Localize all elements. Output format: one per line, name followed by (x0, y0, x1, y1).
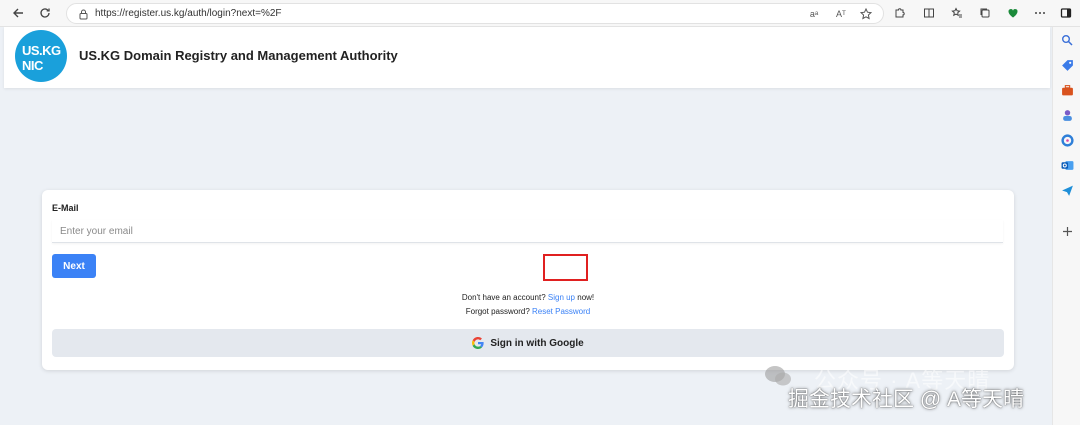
signup-prompt-suffix: now! (575, 293, 595, 302)
extensions-button[interactable] (890, 4, 910, 22)
more-dots-icon (1035, 12, 1045, 14)
watermark-main-text: 掘金技术社区 @ A等天晴 (788, 388, 1024, 411)
drop-send-icon[interactable] (1060, 183, 1074, 197)
search-icon[interactable] (1060, 33, 1074, 47)
google-signin-label: Sign in with Google (490, 337, 584, 349)
site-header: US.KG NIC US.KG Domain Registry and Mana… (4, 27, 1050, 88)
google-signin-button[interactable]: Sign in with Google (52, 329, 1004, 357)
browser-essentials-button[interactable] (1003, 4, 1023, 22)
sidebar-toggle-button[interactable] (1056, 4, 1076, 22)
favorites-list-icon (951, 7, 962, 18)
heart-pulse-icon (1008, 9, 1018, 18)
arrow-left-icon (13, 8, 23, 18)
collections-button[interactable] (975, 4, 995, 22)
logo-line-1: US.KG (22, 43, 61, 58)
forgot-password-prompt: Forgot password? Reset Password (42, 307, 1014, 316)
url-text[interactable]: https://register.us.kg/auth/login?next=%… (95, 7, 282, 21)
back-button[interactable] (8, 4, 28, 22)
email-input[interactable] (52, 220, 1003, 243)
split-screen-button[interactable] (919, 4, 939, 22)
browser-toolbar: https://register.us.kg/auth/login?next=%… (0, 0, 1080, 27)
microsoft-365-icon[interactable] (1060, 133, 1074, 147)
tools-briefcase-icon[interactable] (1060, 83, 1074, 97)
outlook-icon[interactable] (1060, 158, 1074, 172)
logo-line-2: NIC (22, 58, 43, 73)
site-title: US.KG Domain Registry and Management Aut… (79, 48, 398, 63)
signup-prompt: Don't have an account? Sign up now! (42, 293, 1014, 302)
split-screen-icon (924, 8, 934, 18)
lock-icon (77, 7, 89, 21)
add-sidebar-app-icon[interactable] (1060, 224, 1074, 238)
forgot-password-prefix: Forgot password? (465, 307, 532, 316)
more-button[interactable] (1030, 4, 1050, 22)
games-icon[interactable] (1060, 108, 1074, 122)
edge-sidebar (1052, 27, 1080, 425)
sidebar-panel-icon (1060, 8, 1072, 18)
site-logo[interactable]: US.KG NIC (15, 30, 67, 82)
reset-password-link[interactable]: Reset Password (532, 307, 590, 316)
next-button[interactable]: Next (52, 254, 96, 278)
email-label: E-Mail (52, 203, 79, 213)
refresh-button[interactable] (35, 4, 55, 22)
translate-icon[interactable]: aᵃ (805, 7, 823, 21)
shopping-tag-icon[interactable] (1060, 58, 1074, 72)
favorite-star-icon[interactable] (857, 7, 875, 21)
watermark: 公众号 · A等天晴 掘金技术社区 @ A等天晴 (760, 358, 1052, 420)
favorites-button[interactable] (947, 4, 967, 22)
collections-icon (980, 8, 990, 18)
login-card: E-Mail Next Don't have an account? Sign … (42, 190, 1014, 370)
read-aloud-icon[interactable]: Aᵀ (832, 7, 850, 21)
google-icon (472, 337, 484, 349)
refresh-icon (40, 8, 50, 18)
puzzle-icon (895, 8, 905, 18)
signup-link[interactable]: Sign up (548, 293, 575, 302)
signup-prompt-prefix: Don't have an account? (461, 293, 548, 302)
annotation-highlight-box (543, 254, 588, 281)
address-bar[interactable]: https://register.us.kg/auth/login?next=%… (66, 3, 884, 24)
